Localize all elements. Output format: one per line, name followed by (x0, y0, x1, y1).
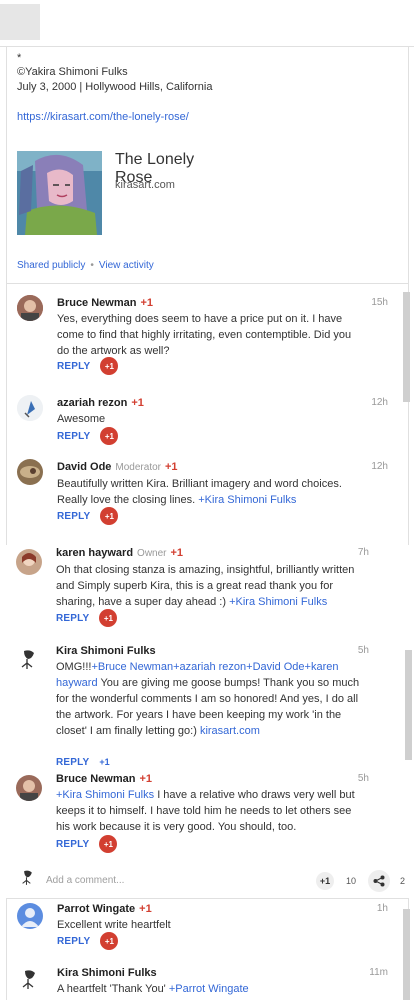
plus-one-count: 10 (346, 876, 357, 886)
comment-text: Awesome (57, 413, 106, 425)
card-domain: kirasart.com (115, 179, 175, 191)
plus-one-badge: +1 (170, 547, 184, 559)
lower-comments-card: Parrot Wingate +1 Excellent write heartfe… (6, 898, 410, 1000)
avatar[interactable] (17, 967, 43, 993)
mention-link[interactable]: +Parrot Wingate (169, 983, 249, 995)
comment-time: 5h (357, 773, 369, 784)
kirasart-link[interactable]: kirasart.com (200, 725, 260, 737)
commenter-name[interactable]: David Ode (57, 461, 111, 473)
comment-text-intro: OMG!!! (56, 661, 92, 673)
avatar[interactable] (17, 395, 43, 421)
moderator-role: Moderator (115, 462, 161, 473)
mention-link[interactable]: +Kira Shimoni Fulks (229, 596, 327, 608)
commenter-name[interactable]: Parrot Wingate (57, 903, 135, 915)
comment-body: David Ode Moderator +1 Beautifully written… (57, 459, 357, 508)
comment-time: 1h (376, 903, 388, 914)
comment-body: karen hayward Owner +1 Oh that closing sta… (56, 545, 356, 610)
plus-one-button[interactable]: +1 (99, 757, 109, 767)
comment-time: 11m (369, 967, 388, 978)
avatar[interactable] (16, 647, 42, 673)
plus-one-button[interactable]: +1 (100, 357, 119, 375)
scrollbar-thumb[interactable] (403, 292, 410, 402)
reply-button[interactable]: REPLY (56, 839, 89, 850)
comment-body: Bruce Newman +1 Yes, everything does seem… (57, 295, 357, 359)
comments-divider (7, 283, 408, 284)
comment-body: azariah rezon +1 Awesome (57, 395, 357, 427)
comment-actions: REPLY +1 (56, 835, 118, 853)
commenter-name[interactable]: Kira Shimoni Fulks (56, 645, 156, 657)
commenter-name[interactable]: Bruce Newman (56, 773, 135, 785)
comment-text: A heartfelt 'Thank You' (57, 983, 166, 995)
scrollbar-thumb[interactable] (405, 650, 412, 760)
reply-button[interactable]: REPLY (56, 757, 89, 768)
comment-time: 7h (357, 547, 369, 558)
plus-one-badge: +1 (140, 297, 154, 309)
share-icon (373, 875, 385, 887)
comment-text: Excellent write heartfelt (57, 919, 171, 931)
add-comment-input[interactable]: Add a comment... (46, 875, 124, 886)
add-comment-bar: Add a comment... +1 10 2 (0, 866, 414, 896)
comment-actions: REPLY +1 (57, 932, 119, 950)
comment-time: 5h (357, 645, 369, 656)
commenter-name[interactable]: Bruce Newman (57, 297, 136, 309)
comment-time: 12h (371, 461, 388, 472)
owner-role: Owner (137, 548, 167, 559)
top-placeholder-block (0, 4, 40, 40)
artwork-thumbnail[interactable] (17, 151, 102, 235)
avatar[interactable] (16, 775, 42, 801)
share-count: 2 (400, 876, 406, 886)
post-url-link[interactable]: https://kirasart.com/the-lonely-rose/ (17, 109, 189, 125)
plus-one-button[interactable]: +1 (99, 835, 118, 853)
plus-one-badge: +1 (139, 773, 153, 785)
comment-body: Parrot Wingate +1 Excellent write heartfe… (57, 901, 357, 933)
comment-time: 12h (371, 397, 388, 408)
own-avatar (18, 868, 38, 888)
comment-text: Yes, everything does seem to have a pric… (57, 313, 352, 357)
scrollbar-thumb[interactable] (403, 909, 410, 1000)
comment-body: Kira Shimoni Fulks OMG!!!+Bruce Newman+a… (56, 643, 366, 739)
avatar[interactable] (17, 459, 43, 485)
comment-actions: REPLY +1 (56, 753, 110, 771)
avatar[interactable] (16, 549, 42, 575)
separator-dot: • (90, 260, 94, 271)
plus-one-badge: +1 (139, 903, 152, 915)
share-button[interactable] (368, 870, 390, 892)
commenter-name[interactable]: karen hayward (56, 547, 133, 559)
mention-link[interactable]: +Kira Shimoni Fulks (56, 789, 154, 801)
reply-button[interactable]: REPLY (57, 511, 90, 522)
reply-button[interactable]: REPLY (57, 936, 90, 947)
comment-actions: REPLY +1 (56, 609, 118, 627)
plus-one-button[interactable]: +1 (100, 427, 119, 445)
post-copyright: ©Yakira Shimoni Fulks (17, 66, 128, 78)
comment-body: Bruce Newman +1 +Kira Shimoni Fulks I hav… (56, 771, 356, 835)
reply-button[interactable]: REPLY (57, 431, 90, 442)
plus-one-button[interactable]: +1 (99, 609, 118, 627)
plus-one-badge: +1 (164, 461, 178, 473)
comment-actions: REPLY +1 (57, 507, 119, 525)
avatar[interactable] (17, 295, 43, 321)
link-preview-card[interactable]: The Lonely Rose kirasart.com (17, 151, 227, 235)
comment-time: 15h (371, 297, 388, 308)
post-plus-one-button[interactable]: +1 (316, 872, 334, 890)
commenter-name[interactable]: Kira Shimoni Fulks (57, 967, 157, 979)
shared-publicly-link[interactable]: Shared publicly (17, 260, 85, 271)
plus-one-badge: +1 (131, 397, 144, 409)
commenter-name[interactable]: azariah rezon (57, 397, 127, 409)
reply-button[interactable]: REPLY (56, 613, 89, 624)
shared-row: Shared publicly • View activity (17, 260, 154, 271)
mention-link[interactable]: +Kira Shimoni Fulks (198, 494, 296, 506)
comment-actions: REPLY +1 (57, 427, 119, 445)
comment-actions: REPLY +1 (57, 357, 119, 375)
comment-body: Kira Shimoni Fulks A heartfelt 'Thank Yo… (57, 965, 357, 997)
plus-one-button[interactable]: +1 (100, 932, 119, 950)
reply-button[interactable]: REPLY (57, 361, 90, 372)
view-activity-link[interactable]: View activity (99, 260, 154, 271)
avatar[interactable] (17, 903, 43, 929)
post-card: * ©Yakira Shimoni Fulks July 3, 2000 | H… (6, 47, 410, 545)
post-dateline: July 3, 2000 | Hollywood Hills, Californ… (17, 81, 213, 93)
plus-one-button[interactable]: +1 (100, 507, 119, 525)
